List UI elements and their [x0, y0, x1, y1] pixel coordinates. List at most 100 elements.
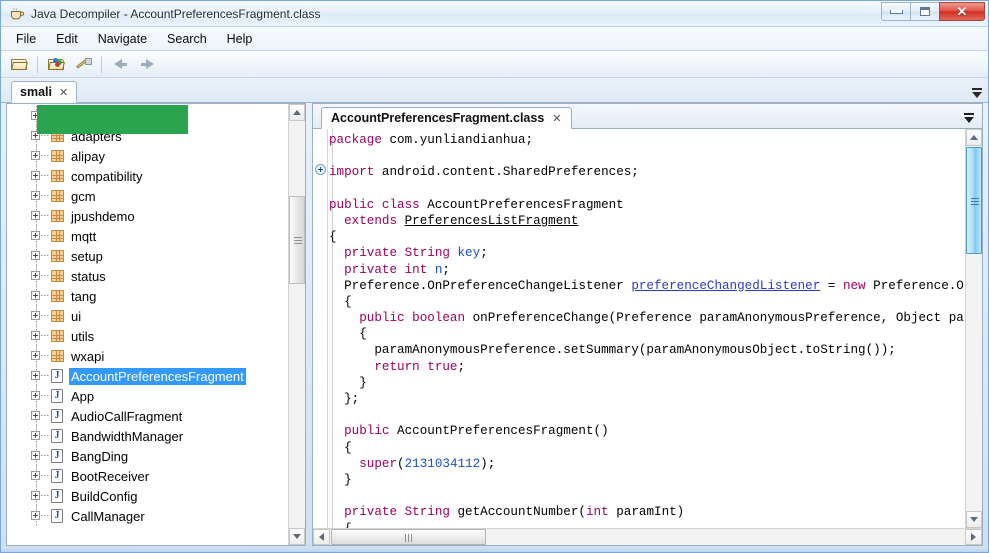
expand-plus-icon[interactable]	[31, 211, 40, 220]
expand-plus-icon[interactable]	[31, 231, 40, 240]
expand-plus-icon[interactable]	[31, 511, 40, 520]
open-type-button[interactable]	[44, 53, 68, 75]
toolbar-separator-2	[101, 55, 102, 73]
editor-scroll-up-button[interactable]	[966, 129, 982, 146]
menu-item-help[interactable]: Help	[218, 29, 262, 49]
tree-scrollbar-thumb[interactable]	[289, 196, 305, 284]
code-viewport[interactable]: package com.yunliandianhua; import andro…	[313, 129, 965, 528]
expand-plus-icon[interactable]	[31, 331, 40, 340]
tree-item-jpushdemo[interactable]: jpushdemo	[7, 206, 288, 226]
code-token: {	[329, 230, 337, 245]
fold-marker-icon[interactable]	[315, 164, 326, 175]
expand-plus-icon[interactable]	[31, 311, 40, 320]
menu-item-navigate[interactable]: Navigate	[89, 29, 156, 49]
chevron-down-icon[interactable]	[964, 117, 974, 123]
code-line: import android.content.SharedPreferences…	[329, 164, 965, 180]
close-button[interactable]: ✕	[939, 2, 985, 21]
code-line: {	[329, 229, 965, 245]
minimize-button[interactable]	[881, 2, 910, 21]
editor-vertical-scrollbar[interactable]	[965, 129, 982, 528]
tree-vertical-scrollbar[interactable]	[288, 104, 305, 545]
back-button[interactable]	[108, 53, 132, 75]
tab-smali-close-icon[interactable]: ✕	[59, 86, 68, 99]
editor-tab-menu-line	[964, 113, 974, 115]
tree-item-bootreceiver[interactable]: J BootReceiver	[7, 466, 288, 486]
tree-item-alipay[interactable]: alipay	[7, 146, 288, 166]
tree-item-wxapi[interactable]: wxapi	[7, 346, 288, 366]
tree-item-label: gcm	[71, 188, 96, 204]
tree-item-audiocallfragment[interactable]: J AudioCallFragment	[7, 406, 288, 426]
expand-plus-icon[interactable]	[31, 351, 40, 360]
expand-plus-icon[interactable]	[31, 391, 40, 400]
package-icon	[51, 150, 64, 162]
tree-item-accountpreferencesfragment[interactable]: J AccountPreferencesFragment	[7, 366, 288, 386]
code-line: {	[329, 440, 965, 456]
chevron-down-icon[interactable]	[972, 92, 982, 98]
maximize-button[interactable]	[910, 2, 939, 21]
code-token-fld: key	[457, 246, 481, 261]
code-token-kw: package	[329, 133, 390, 147]
tree-item-ui[interactable]: ui	[7, 306, 288, 326]
tree-item-gcm[interactable]: gcm	[7, 186, 288, 206]
tree-dash-connector	[41, 395, 50, 396]
editor-scroll-right-button[interactable]	[965, 529, 982, 545]
preferences-button[interactable]	[71, 53, 95, 75]
tree-item-callmanager[interactable]: J CallManager	[7, 506, 288, 526]
code-token: );	[480, 456, 496, 471]
green-redaction-block	[37, 105, 188, 134]
forward-button[interactable]	[135, 53, 159, 75]
tree-item-tang[interactable]: tang	[7, 286, 288, 306]
expand-plus-icon[interactable]	[31, 151, 40, 160]
tree-item-label: BandwidthManager	[71, 428, 184, 444]
window-controls: ✕	[881, 2, 985, 21]
tree-item-utils[interactable]: utils	[7, 326, 288, 346]
code-token-ulnk[interactable]: PreferencesListFragment	[405, 214, 579, 228]
menu-item-search[interactable]: Search	[158, 29, 216, 49]
menu-item-edit[interactable]: Edit	[47, 29, 87, 49]
editor-hscrollbar-thumb[interactable]	[331, 529, 486, 545]
tree-item-setup[interactable]: setup	[7, 246, 288, 266]
expand-plus-icon[interactable]	[31, 371, 40, 380]
code-token: {	[329, 440, 352, 455]
expand-plus-icon[interactable]	[31, 431, 40, 440]
open-file-button[interactable]	[7, 53, 31, 75]
expand-plus-icon[interactable]	[31, 491, 40, 500]
editor-scroll-left-button[interactable]	[313, 529, 330, 545]
tree-item-mqtt[interactable]: mqtt	[7, 226, 288, 246]
tree-scroll-up-button[interactable]	[289, 104, 305, 121]
expand-plus-icon[interactable]	[31, 251, 40, 260]
editor-scrollbar-thumb[interactable]	[966, 147, 982, 254]
editor-tab-close-icon[interactable]: ✕	[552, 112, 561, 125]
tree-item-status[interactable]: status	[7, 266, 288, 286]
tree-item-label: BuildConfig	[71, 488, 138, 504]
expand-plus-icon[interactable]	[31, 191, 40, 200]
code-line: private int n;	[329, 262, 965, 278]
editor-horizontal-scrollbar[interactable]	[313, 528, 982, 545]
expand-plus-icon[interactable]	[31, 171, 40, 180]
editor-tab-accountpreferencesfragment[interactable]: AccountPreferencesFragment.class ✕	[321, 107, 572, 129]
tree-item-app[interactable]: J App	[7, 386, 288, 406]
tree-item-label: App	[71, 388, 95, 404]
editor-tab-label: AccountPreferencesFragment.class	[331, 111, 545, 125]
tree-item-bandwidthmanager[interactable]: J BandwidthManager	[7, 426, 288, 446]
tree-scroll-down-button[interactable]	[289, 528, 305, 545]
package-tree[interactable]: adapteradaptersalipaycompatibilitygcmjpu…	[7, 104, 288, 545]
tree-item-bangding[interactable]: J BangDing	[7, 446, 288, 466]
java-class-icon: J	[51, 409, 63, 423]
code-token-kw: new	[842, 278, 874, 293]
expand-plus-icon[interactable]	[31, 271, 40, 280]
tree-dash-connector	[41, 475, 50, 476]
tree-dash-connector	[41, 275, 50, 276]
tree-item-buildconfig[interactable]: J BuildConfig	[7, 486, 288, 506]
expand-plus-icon[interactable]	[31, 451, 40, 460]
code-token-lnk[interactable]: preferenceChangedListener	[631, 279, 820, 293]
menu-item-file[interactable]: File	[7, 29, 45, 49]
expand-plus-icon[interactable]	[31, 471, 40, 480]
editor-scroll-down-button[interactable]	[966, 511, 982, 528]
expand-plus-icon[interactable]	[31, 411, 40, 420]
expand-plus-icon[interactable]	[31, 291, 40, 300]
tree-item-compatibility[interactable]: compatibility	[7, 166, 288, 186]
tree-item-label: mqtt	[71, 228, 97, 244]
code-token-kw: private int	[344, 262, 435, 277]
